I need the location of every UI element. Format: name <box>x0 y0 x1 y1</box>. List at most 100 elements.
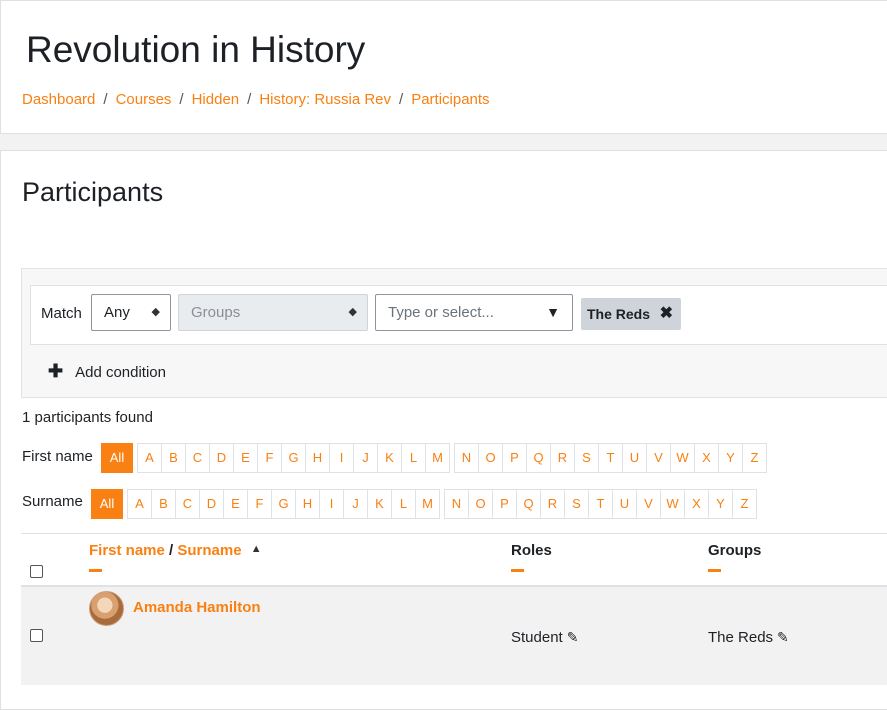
surname-letter-f[interactable]: F <box>247 489 272 519</box>
sort-surname-link[interactable]: Surname <box>177 542 241 559</box>
surname-letter-q[interactable]: Q <box>516 489 541 519</box>
page-header: Revolution in History Dashboard / Courses /… <box>0 0 887 134</box>
surname-letter-l[interactable]: L <box>391 489 416 519</box>
surname-letter-h[interactable]: H <box>295 489 320 519</box>
hide-column-icon[interactable] <box>511 569 524 572</box>
first-name-letter-m[interactable]: M <box>425 443 450 473</box>
surname-label: Surname <box>22 493 83 510</box>
surname-letter-t[interactable]: T <box>588 489 613 519</box>
participants-count: 1 participants found <box>22 409 153 426</box>
breadcrumb-dashboard[interactable]: Dashboard <box>22 91 95 108</box>
surname-letter-w[interactable]: W <box>660 489 685 519</box>
first-name-letter-j[interactable]: J <box>353 443 378 473</box>
first-name-letters: All A B C D E F G H I J K L M N O P Q R S T U V W X Y Z <box>101 443 772 473</box>
chip-label: The Reds <box>587 306 651 322</box>
pencil-icon[interactable]: ✎ <box>777 629 789 646</box>
breadcrumb-courses[interactable]: Courses <box>116 91 172 108</box>
surname-letter-p[interactable]: P <box>492 489 517 519</box>
plus-icon: ✚ <box>48 361 64 381</box>
breadcrumb-participants[interactable]: Participants <box>411 91 489 108</box>
participants-table: First name / Surname ▲ Roles Groups Aman… <box>21 533 887 685</box>
updown-chevron-icon: ◆ <box>348 306 357 318</box>
first-name-letter-z[interactable]: Z <box>742 443 767 473</box>
column-separator: / <box>169 542 174 559</box>
surname-letter-s[interactable]: S <box>564 489 589 519</box>
surname-letter-n[interactable]: N <box>444 489 469 519</box>
surname-letter-v[interactable]: V <box>636 489 661 519</box>
surname-letter-a[interactable]: A <box>127 489 152 519</box>
hide-column-icon[interactable] <box>89 569 102 572</box>
selected-group-chip[interactable]: The Reds ✖ <box>581 298 681 330</box>
add-condition-button[interactable]: ✚ Add condition <box>48 361 166 382</box>
breadcrumb: Dashboard / Courses / Hidden / History: Russia… <box>22 91 490 108</box>
surname-letter-g[interactable]: G <box>271 489 296 519</box>
first-name-letter-i[interactable]: I <box>329 443 354 473</box>
filter-panel: Match Any ◆ Groups ◆ Type or select... ▼… <box>21 268 887 398</box>
section-title: Participants <box>22 177 164 207</box>
first-name-letter-u[interactable]: U <box>622 443 647 473</box>
first-name-letter-q[interactable]: Q <box>526 443 551 473</box>
main-region: Participants Match Any ◆ Groups ◆ Type o… <box>0 150 887 710</box>
first-name-letter-f[interactable]: F <box>257 443 282 473</box>
close-icon[interactable]: ✖ <box>660 298 673 330</box>
surname-letter-x[interactable]: X <box>684 489 709 519</box>
filter-type-value: Groups <box>191 304 241 321</box>
surname-letter-o[interactable]: O <box>468 489 493 519</box>
first-name-letter-t[interactable]: T <box>598 443 623 473</box>
surname-letter-i[interactable]: I <box>319 489 344 519</box>
first-name-letter-o[interactable]: O <box>478 443 503 473</box>
breadcrumb-course[interactable]: History: Russia Rev <box>259 91 391 108</box>
first-name-letter-y[interactable]: Y <box>718 443 743 473</box>
first-name-all-button[interactable]: All <box>101 443 133 473</box>
surname-letter-e[interactable]: E <box>223 489 248 519</box>
filter-value-input[interactable]: Type or select... ▼ <box>375 294 573 331</box>
group-value: The Reds <box>708 629 774 646</box>
surname-letter-j[interactable]: J <box>343 489 368 519</box>
surname-letter-b[interactable]: B <box>151 489 176 519</box>
surname-letter-c[interactable]: C <box>175 489 200 519</box>
table-header: First name / Surname ▲ Roles Groups <box>21 533 887 587</box>
first-name-letter-v[interactable]: V <box>646 443 671 473</box>
surname-all-button[interactable]: All <box>91 489 123 519</box>
first-name-letter-h[interactable]: H <box>305 443 330 473</box>
match-select-value: Any <box>104 304 130 321</box>
row-checkbox[interactable] <box>30 629 43 642</box>
surname-letter-y[interactable]: Y <box>708 489 733 519</box>
breadcrumb-separator: / <box>399 91 404 108</box>
first-name-letter-d[interactable]: D <box>209 443 234 473</box>
surname-letter-d[interactable]: D <box>199 489 224 519</box>
triangle-up-icon: ▲ <box>250 543 262 555</box>
first-name-letter-k[interactable]: K <box>377 443 402 473</box>
role-cell: Student ✎ <box>511 629 578 646</box>
surname-letter-m[interactable]: M <box>415 489 440 519</box>
surname-letter-k[interactable]: K <box>367 489 392 519</box>
surname-letter-z[interactable]: Z <box>732 489 757 519</box>
name-column-header: First name / Surname ▲ <box>89 542 262 572</box>
first-name-letter-p[interactable]: P <box>502 443 527 473</box>
surname-letters: All A B C D E F G H I J K L M N O P Q R S T U V W X Y Z <box>91 489 762 519</box>
surname-letter-u[interactable]: U <box>612 489 637 519</box>
avatar[interactable] <box>89 591 124 626</box>
group-cell: The Reds ✎ <box>708 629 789 646</box>
first-name-letter-r[interactable]: R <box>550 443 575 473</box>
first-name-letter-b[interactable]: B <box>161 443 186 473</box>
breadcrumb-hidden[interactable]: Hidden <box>192 91 240 108</box>
first-name-letter-w[interactable]: W <box>670 443 695 473</box>
select-all-checkbox[interactable] <box>30 565 43 578</box>
match-select[interactable]: Any ◆ <box>91 294 171 331</box>
first-name-letter-l[interactable]: L <box>401 443 426 473</box>
first-name-letter-c[interactable]: C <box>185 443 210 473</box>
first-name-letter-n[interactable]: N <box>454 443 479 473</box>
filter-type-select[interactable]: Groups ◆ <box>178 294 368 331</box>
pencil-icon[interactable]: ✎ <box>567 629 579 646</box>
participant-name-link[interactable]: Amanda Hamilton <box>133 599 261 616</box>
first-name-letter-g[interactable]: G <box>281 443 306 473</box>
first-name-letter-a[interactable]: A <box>137 443 162 473</box>
dropdown-triangle-icon[interactable]: ▼ <box>546 295 560 330</box>
sort-first-name-link[interactable]: First name <box>89 542 165 559</box>
surname-letter-r[interactable]: R <box>540 489 565 519</box>
hide-column-icon[interactable] <box>708 569 721 572</box>
first-name-letter-x[interactable]: X <box>694 443 719 473</box>
first-name-letter-e[interactable]: E <box>233 443 258 473</box>
first-name-letter-s[interactable]: S <box>574 443 599 473</box>
